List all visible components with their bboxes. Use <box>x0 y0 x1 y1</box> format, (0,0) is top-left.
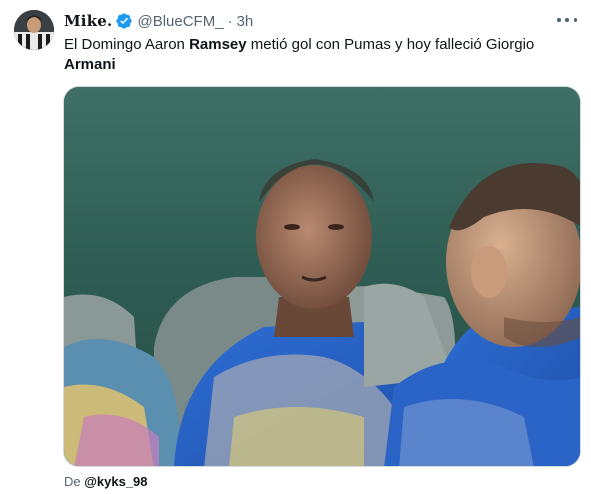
timestamp[interactable]: 3h <box>237 13 254 30</box>
tweet-media[interactable] <box>63 86 581 467</box>
tweet-text-bold: Ramsey <box>189 36 247 53</box>
separator-dot: · <box>227 12 233 30</box>
author-name[interactable]: Mike. <box>64 12 112 30</box>
media-attribution: De @kyks_98 <box>64 474 148 489</box>
attribution-prefix: De <box>64 474 85 489</box>
author-handle[interactable]: @BlueCFM_ <box>137 13 223 30</box>
verified-badge-icon <box>115 12 133 30</box>
tweet[interactable]: Mike. @BlueCFM_ · 3h El Domingo Aaron Ra… <box>0 0 591 494</box>
avatar[interactable] <box>14 10 54 50</box>
tweet-text: El Domingo Aaron Ramsey metió gol con Pu… <box>64 35 569 75</box>
media-photo <box>64 87 580 466</box>
tweet-header: Mike. @BlueCFM_ · 3h <box>64 10 577 32</box>
tweet-text-part: metió gol con Pumas y hoy falleció Giorg… <box>246 36 535 53</box>
tweet-text-bold: Armani <box>64 56 116 73</box>
more-options-icon[interactable] <box>557 12 577 28</box>
attribution-handle-link[interactable]: @kyks_98 <box>84 474 147 489</box>
tweet-text-part: El Domingo Aaron <box>64 36 190 53</box>
avatar-image <box>14 10 54 50</box>
